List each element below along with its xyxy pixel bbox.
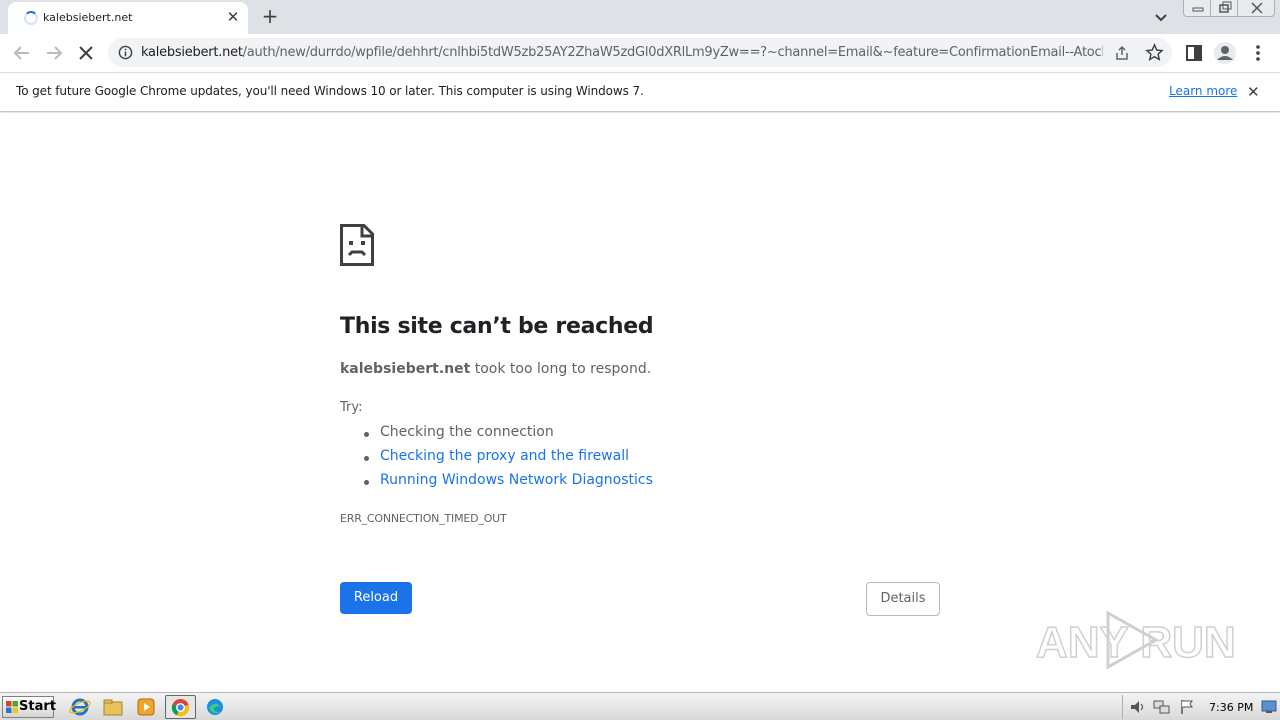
window-close-button[interactable] [1237, 0, 1275, 17]
internet-explorer-icon[interactable] [68, 696, 92, 718]
tab-close-icon[interactable]: ✕ [224, 8, 242, 26]
taskbar-clock[interactable]: 7:36 PM [1209, 701, 1253, 714]
infobar-close-icon[interactable]: ✕ [1247, 84, 1260, 100]
volume-icon[interactable] [1129, 699, 1147, 715]
tab-search-icon[interactable] [1150, 7, 1172, 27]
infobar-message: To get future Google Chrome updates, you… [16, 84, 644, 98]
error-host: kalebsiebert.net [340, 361, 471, 377]
show-desktop-icon[interactable] [1261, 700, 1277, 714]
reload-button[interactable]: Reload [340, 582, 412, 614]
error-headline: This site can’t be reached [340, 314, 654, 339]
suggestion-network-diagnostics-link[interactable]: Running Windows Network Diagnostics [380, 472, 653, 488]
profile-avatar-icon[interactable] [1213, 41, 1237, 65]
loading-spinner-icon [24, 11, 38, 25]
share-icon[interactable] [1113, 44, 1131, 62]
bullet-dot [364, 456, 369, 461]
tab-strip: kalebsiebert.net ✕ + [0, 0, 1280, 34]
start-button[interactable]: Start [2, 696, 56, 718]
window-minimize-button[interactable] [1183, 0, 1211, 17]
stop-loading-icon[interactable] [74, 41, 98, 65]
learn-more-link[interactable]: Learn more [1169, 84, 1237, 98]
bookmark-star-icon[interactable] [1145, 43, 1164, 62]
error-message: took too long to respond. [474, 361, 652, 377]
bullet-dot [364, 480, 369, 485]
tab-title: kalebsiebert.net [43, 11, 133, 24]
update-infobar: To get future Google Chrome updates, you… [0, 72, 1280, 112]
file-explorer-icon[interactable] [101, 696, 125, 718]
edge-icon[interactable] [203, 696, 227, 718]
error-description: kalebsiebert.net took too long to respon… [340, 361, 651, 377]
action-center-flag-icon[interactable] [1179, 699, 1195, 715]
chrome-icon [171, 698, 190, 717]
url-text[interactable]: kalebsiebert.net/auth/new/durrdo/wpfile/… [141, 45, 1103, 61]
watermark-text: ANY RUN [1036, 618, 1236, 667]
suggestion-check-connection: Checking the connection [380, 424, 554, 440]
forward-arrow-icon[interactable] [42, 41, 66, 65]
start-label: Start [19, 699, 56, 714]
kebab-menu-icon[interactable] [1246, 41, 1270, 65]
network-icon[interactable] [1153, 699, 1171, 715]
sad-page-icon [340, 224, 374, 266]
try-label: Try: [340, 400, 363, 415]
window-restore-button[interactable] [1210, 0, 1238, 17]
windows-logo-icon [6, 701, 18, 713]
error-code: ERR_CONNECTION_TIMED_OUT [340, 512, 507, 525]
windows-taskbar: Start 7:36 PM [0, 692, 1280, 720]
new-tab-button[interactable]: + [259, 5, 281, 27]
suggestion-proxy-firewall-link[interactable]: Checking the proxy and the firewall [380, 448, 629, 464]
media-player-icon[interactable] [134, 696, 158, 718]
url-path: /auth/new/durrdo/wpfile/dehhrt/cnlhbi5td… [242, 45, 1103, 60]
back-arrow-icon[interactable] [10, 41, 34, 65]
details-button[interactable]: Details [866, 582, 940, 616]
side-panel-icon[interactable] [1182, 41, 1206, 65]
system-tray: 7:36 PM [1122, 695, 1280, 719]
bullet-dot [364, 432, 369, 437]
browser-tab[interactable]: kalebsiebert.net ✕ [8, 2, 248, 34]
site-info-icon[interactable] [118, 45, 133, 60]
chrome-taskbar-button[interactable] [165, 695, 196, 719]
anyrun-watermark-logo: ANY RUN [1036, 610, 1236, 670]
url-host: kalebsiebert.net [141, 45, 243, 60]
